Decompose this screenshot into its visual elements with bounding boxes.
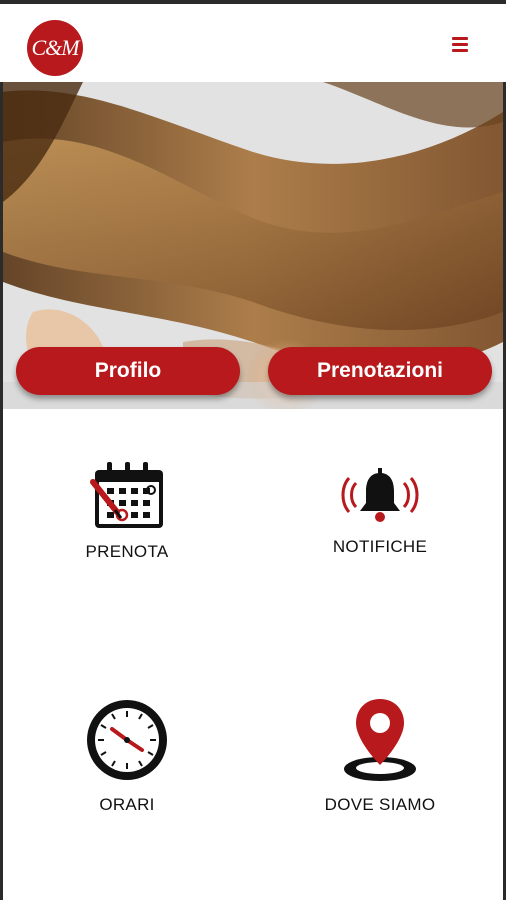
tile-notifications[interactable]: NOTIFICHE <box>280 465 480 557</box>
tile-notifications-label: NOTIFICHE <box>332 537 428 556</box>
bookings-button[interactable]: Prenotazioni <box>268 347 492 395</box>
brand-logo[interactable]: C&M <box>27 20 83 76</box>
profile-button[interactable]: Profilo <box>16 347 240 395</box>
tile-book[interactable]: PRENOTA <box>27 460 227 562</box>
tile-location[interactable]: DOVE SIAMO <box>280 695 480 815</box>
tile-location-label: DOVE SIAMO <box>324 795 436 814</box>
bell-icon <box>341 468 419 522</box>
tile-book-label: PRENOTA <box>85 542 169 561</box>
bookings-button-label: Prenotazioni <box>316 359 443 382</box>
tile-hours-label: ORARI <box>99 795 155 814</box>
logo-text: C&M <box>31 35 79 60</box>
tile-hours[interactable]: ORARI <box>27 695 227 815</box>
calendar-icon <box>90 462 163 528</box>
map-pin-icon <box>344 699 416 781</box>
profile-button-label: Profilo <box>94 359 162 382</box>
hamburger-menu-icon[interactable] <box>452 37 468 53</box>
app-header: C&M <box>0 4 506 82</box>
clock-icon <box>87 700 167 780</box>
